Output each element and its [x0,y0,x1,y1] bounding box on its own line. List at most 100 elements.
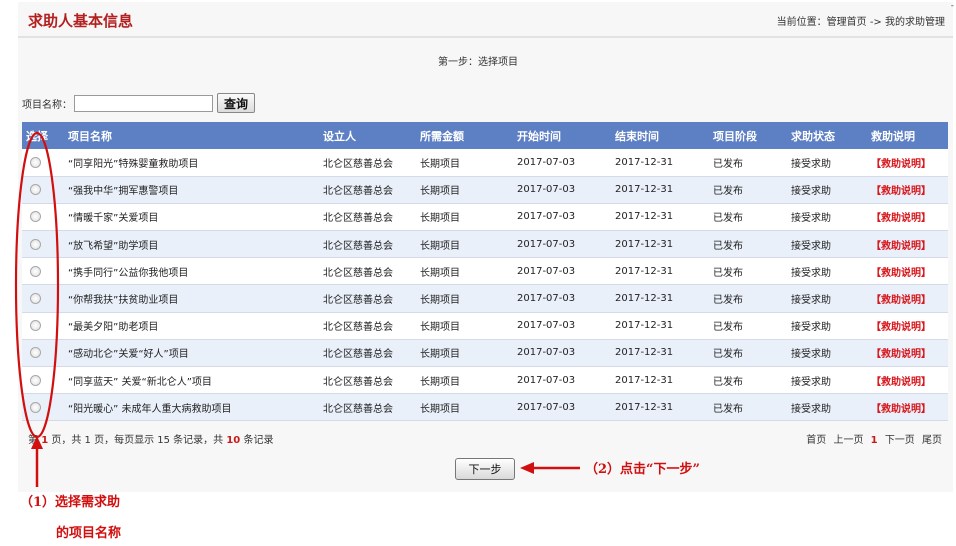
status-cell: 接受求助 [787,284,867,313]
start-time-cell: 2017-07-03 [513,149,611,177]
select-cell [22,257,64,286]
stage-cell: 已发布 [709,366,787,395]
column-status-header: 求助状态 [791,129,835,143]
project-radio-button[interactable] [30,184,41,196]
start-time-cell: 2017-07-03 [513,339,611,368]
founder-cell: 北仑区慈善总会 [319,203,416,232]
select-cell [22,284,64,313]
table-header: 选择 项目名称 设立人 所需金额 开始时间 结束时间 项目阶段 求助状态 救助说明 [22,122,948,149]
help-link[interactable]: 【救助说明】 [867,203,948,232]
project-radio-button[interactable] [30,401,41,413]
next-page-link[interactable]: 下一页 [885,435,915,446]
prev-page-link[interactable]: 上一页 [833,435,863,446]
table-row: “同享蓝天” 关爱“新北仑人”项目 北仑区慈善总会 长期项目 2017-07-03 20… [22,366,948,395]
help-link[interactable]: 【救助说明】 [867,393,948,422]
breadcrumb: 当前位置：管理首页 -> 我的求助管理 [776,17,945,28]
end-time-cell: 2017-12-31 [611,366,709,395]
help-link[interactable]: 【救助说明】 [867,257,948,286]
status-cell: 接受求助 [787,339,867,368]
help-link[interactable]: 【救助说明】 [867,366,948,395]
status-cell: 接受求助 [787,366,867,395]
column-stage-header: 项目阶段 [713,129,757,143]
pager-total-records: 10 [226,435,241,446]
status-cell: 接受求助 [787,257,867,286]
first-page-link[interactable]: 首页 [806,435,826,446]
end-time-cell: 2017-12-31 [611,284,709,313]
end-time-cell: 2017-12-31 [611,339,709,368]
pagination-summary: 第 1 页，共 1 页，每页显示 15 条记录，共 10 条记录 [28,431,273,446]
project-radio-button[interactable] [30,265,41,277]
last-page-link[interactable]: 尾页 [922,435,942,446]
corner-mark: - [950,1,954,11]
stage-cell: 已发布 [709,203,787,232]
project-name-cell: “你帮我扶”扶贫助业项目 [64,284,319,313]
project-name-cell: “同享蓝天” 关爱“新北仑人”项目 [64,366,319,395]
stage-cell: 已发布 [709,393,787,422]
project-table: 选择 项目名称 设立人 所需金额 开始时间 结束时间 项目阶段 求助状态 救助说明 “同享阳光”… [22,122,948,422]
project-radio-button[interactable] [30,238,41,250]
end-time-cell: 2017-12-31 [611,203,709,232]
end-time-cell: 2017-12-31 [611,257,709,286]
founder-cell: 北仑区慈善总会 [319,176,416,204]
end-time-cell: 2017-12-31 [611,230,709,259]
help-link[interactable]: 【救助说明】 [867,176,948,204]
step-indicator: 第一步：选择项目 [438,57,518,68]
amount-cell: 长期项目 [416,149,513,177]
select-cell [22,339,64,368]
search-label: 项目名称： [22,99,72,111]
start-time-cell: 2017-07-03 [513,312,611,340]
project-radio-button[interactable] [30,211,41,223]
table-row: “最美夕阳”助老项目 北仑区慈善总会 长期项目 2017-07-03 2017-12-3… [22,312,948,340]
annotation-step1-line1: （1）选择需求助 [20,495,121,510]
column-founder-header: 设立人 [323,129,356,143]
amount-cell: 长期项目 [416,284,513,313]
header-divider [18,36,953,38]
pagination-links: 首页 上一页 1 下一页 尾页 [802,431,942,446]
end-time-cell: 2017-12-31 [611,393,709,422]
start-time-cell: 2017-07-03 [513,230,611,259]
end-time-cell: 2017-12-31 [611,176,709,204]
next-step-button[interactable]: 下一步 [455,458,515,480]
stage-cell: 已发布 [709,257,787,286]
project-radio-button[interactable] [30,374,41,386]
amount-cell: 长期项目 [416,366,513,395]
help-link[interactable]: 【救助说明】 [867,284,948,313]
select-cell [22,312,64,340]
start-time-cell: 2017-07-03 [513,284,611,313]
help-link[interactable]: 【救助说明】 [867,230,948,259]
project-radio-button[interactable] [30,347,41,359]
column-project-name-header: 项目名称 [68,129,112,143]
stage-cell: 已发布 [709,284,787,313]
end-time-cell: 2017-12-31 [611,312,709,340]
status-cell: 接受求助 [787,149,867,177]
help-link[interactable]: 【救助说明】 [867,339,948,368]
table-body: “同享阳光”特殊婴童救助项目 北仑区慈善总会 长期项目 2017-07-03 2017-… [22,149,948,422]
founder-cell: 北仑区慈善总会 [319,312,416,340]
stage-cell: 已发布 [709,149,787,177]
project-name-cell: “情暖千家”关爱项目 [64,203,319,232]
annotation-step2: （2）点击“下一步” [585,462,701,477]
amount-cell: 长期项目 [416,339,513,368]
amount-cell: 长期项目 [416,176,513,204]
help-link[interactable]: 【救助说明】 [867,149,948,177]
select-cell [22,393,64,422]
table-row: “强我中华”拥军惠警项目 北仑区慈善总会 长期项目 2017-07-03 2017-12… [22,176,948,204]
project-radio-button[interactable] [30,320,41,332]
table-row: “你帮我扶”扶贫助业项目 北仑区慈善总会 长期项目 2017-07-03 2017-12… [22,284,948,313]
amount-cell: 长期项目 [416,393,513,422]
project-radio-button[interactable] [30,293,41,305]
column-select-header: 选择 [26,129,48,143]
amount-cell: 长期项目 [416,230,513,259]
query-button[interactable]: 查询 [217,93,256,113]
table-row: “感动北仑”关爱“好人”项目 北仑区慈善总会 长期项目 2017-07-03 2017-… [22,339,948,368]
project-radio-button[interactable] [30,156,41,168]
end-time-cell: 2017-12-31 [611,149,709,177]
help-link[interactable]: 【救助说明】 [867,312,948,340]
project-name-input[interactable] [74,94,213,112]
status-cell: 接受求助 [787,393,867,422]
pager-summary-text: 页，共 1 页，每页显示 15 条记录，共 [51,435,224,446]
select-cell [22,230,64,259]
search-bar: 项目名称： 查询 [22,93,256,113]
start-time-cell: 2017-07-03 [513,393,611,422]
table-row: “放飞希望”助学项目 北仑区慈善总会 长期项目 2017-07-03 2017-12-3… [22,230,948,259]
